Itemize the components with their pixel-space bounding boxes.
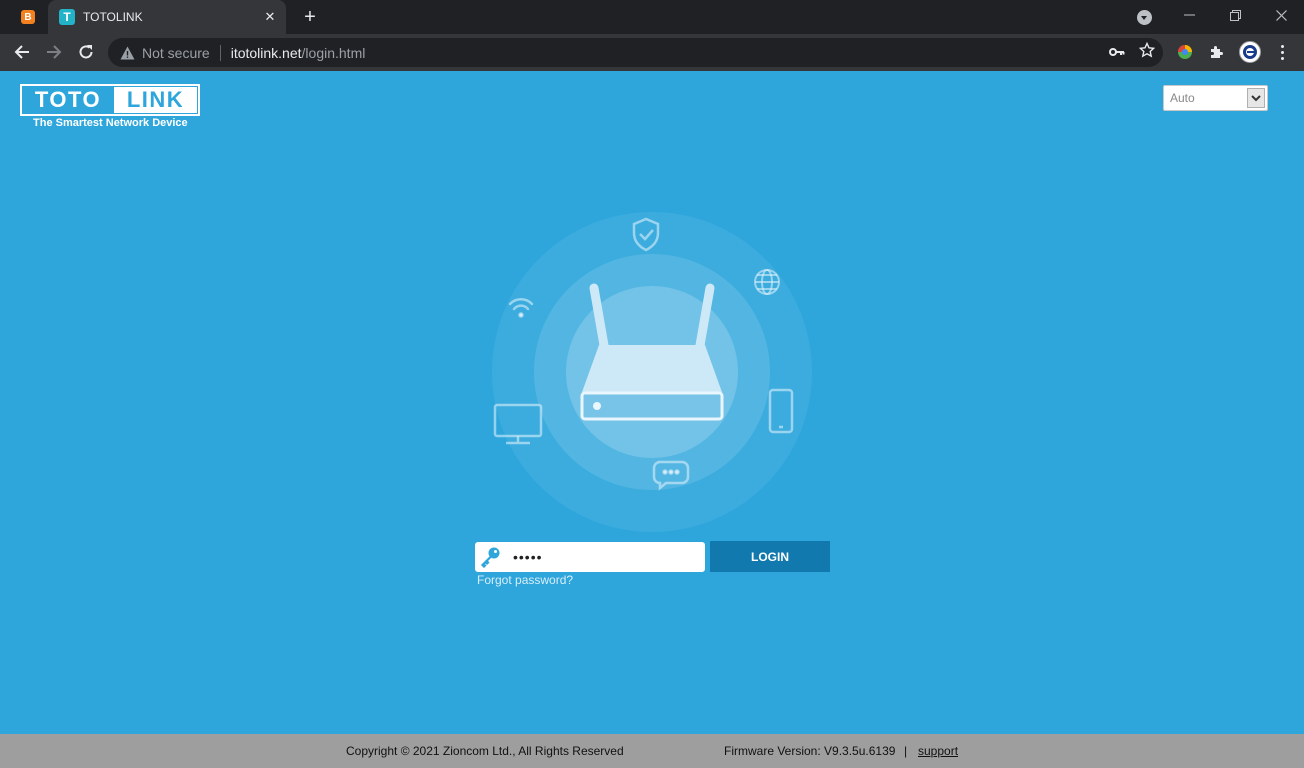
chevron-down-icon[interactable] xyxy=(1247,88,1265,108)
key-icon[interactable] xyxy=(1109,44,1125,62)
forgot-password-link[interactable]: Forgot password? xyxy=(477,573,573,587)
login-page: TOTO LINK The Smartest Network Device Au… xyxy=(0,71,1304,734)
password-input[interactable] xyxy=(505,549,695,565)
extension-colorful-icon[interactable] xyxy=(1175,42,1195,62)
browser-toolbar: Not secure itotolink.net/login.html xyxy=(0,34,1304,71)
tab-totolink[interactable]: T TOTOLINK ✕ xyxy=(48,0,286,34)
footer-separator: | xyxy=(904,744,908,758)
forward-icon[interactable] xyxy=(40,38,68,66)
footer: Copyright © 2021 Zioncom Ltd., All Right… xyxy=(0,734,1304,768)
url-path: /login.html xyxy=(301,44,366,61)
profile-avatar[interactable] xyxy=(1239,41,1261,63)
back-icon[interactable] xyxy=(8,38,36,66)
warning-icon[interactable] xyxy=(120,45,136,61)
tab-search-icon[interactable] xyxy=(1137,10,1152,25)
security-status[interactable]: Not secure xyxy=(142,45,210,61)
logo-text-left: TOTO xyxy=(34,87,102,112)
totolink-favicon-icon: T xyxy=(59,9,75,25)
new-tab-icon[interactable]: + xyxy=(299,6,321,28)
router-illustration xyxy=(492,212,812,532)
restore-icon[interactable] xyxy=(1223,5,1247,25)
url-host: itotolink.net xyxy=(230,44,302,61)
totolink-logo: TOTO LINK xyxy=(20,84,200,116)
firmware-version: Firmware Version: V9.3.5u.6139 xyxy=(724,744,896,758)
address-divider xyxy=(219,44,221,61)
blogger-icon: B xyxy=(21,10,35,24)
key-icon xyxy=(475,542,505,572)
support-link[interactable]: support xyxy=(918,744,958,758)
bookmark-star-icon[interactable] xyxy=(1138,41,1156,63)
close-window-icon[interactable] xyxy=(1269,5,1293,25)
address-bar[interactable]: Not secure itotolink.net/login.html xyxy=(108,38,1163,67)
logo-text-right: LINK xyxy=(114,87,197,113)
tab-title: TOTOLINK xyxy=(83,10,143,24)
login-form: LOGIN xyxy=(475,541,835,573)
extensions-puzzle-icon[interactable] xyxy=(1207,42,1227,62)
login-button[interactable]: LOGIN xyxy=(710,541,830,572)
password-field-wrapper xyxy=(475,542,705,572)
reload-icon[interactable] xyxy=(72,38,100,66)
browser-menu-icon[interactable] xyxy=(1272,41,1292,63)
copyright-text: Copyright © 2021 Zioncom Ltd., All Right… xyxy=(346,744,624,758)
close-tab-icon[interactable]: ✕ xyxy=(260,7,280,27)
browser-tab-bar: B T TOTOLINK ✕ + xyxy=(0,0,1304,34)
language-select[interactable]: Auto xyxy=(1163,85,1268,111)
language-selected-value: Auto xyxy=(1170,91,1195,105)
logo-tagline: The Smartest Network Device xyxy=(33,117,188,129)
minimize-icon[interactable] xyxy=(1177,5,1201,25)
tab-blogger[interactable]: B xyxy=(8,0,48,34)
